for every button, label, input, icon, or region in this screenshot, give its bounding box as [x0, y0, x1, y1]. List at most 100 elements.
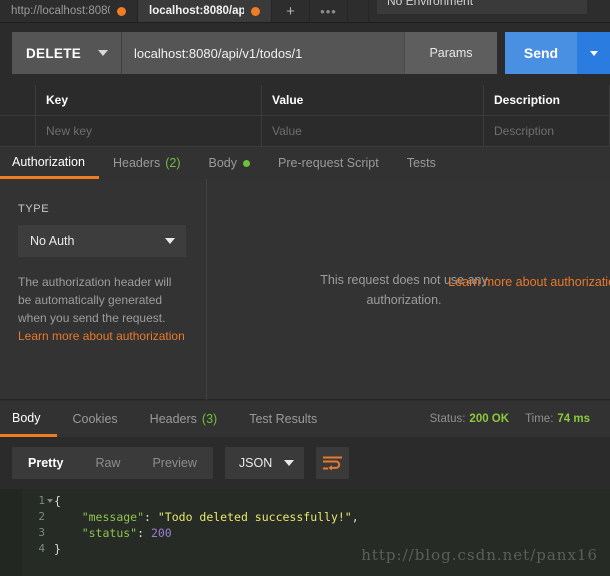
code-token-punct [54, 526, 82, 540]
column-header-description: Description [484, 85, 610, 115]
http-method-selector[interactable]: DELETE [12, 32, 122, 74]
code-token-punct [54, 510, 82, 524]
code-token-punct: } [54, 542, 61, 556]
response-tab-cookies-label: Cookies [72, 412, 118, 426]
chevron-down-icon [589, 50, 598, 56]
code-left-margin [0, 489, 22, 576]
auth-type-value: No Auth [30, 234, 75, 248]
code-line-number: 4 [38, 542, 45, 555]
column-header-value: Value [262, 85, 484, 115]
headers-count-badge: (2) [165, 156, 181, 170]
tab-bar-filler [348, 0, 369, 22]
format-preview-button[interactable]: Preview [136, 447, 212, 479]
code-line-number: 2 [38, 510, 45, 523]
response-tab-body-label: Body [12, 410, 41, 425]
tab-body[interactable]: Body [195, 147, 265, 179]
code-token-key: "message" [81, 510, 145, 524]
code-token-punct: : [144, 510, 158, 524]
tab-bar: http://localhost:8080/ localhost:8080/ap… [0, 0, 610, 23]
word-wrap-toggle[interactable] [316, 447, 350, 479]
tab-headers-label: Headers [112, 156, 161, 170]
tab-options-button[interactable]: ••• [310, 0, 348, 22]
response-body-viewer: 12 3 4 { "message": "Todo deleted successf… [0, 489, 610, 576]
request-url-input[interactable]: localhost:8080/api/v1/todos/1 [122, 32, 404, 74]
http-method-label: DELETE [26, 45, 82, 61]
code-line: "status": 200 [54, 525, 610, 541]
auth-type-label: TYPE [18, 203, 50, 215]
status-label: Status: [429, 413, 466, 425]
response-headers-count-badge: (3) [201, 412, 218, 426]
response-tab-headers-label: Headers [149, 412, 197, 426]
body-present-dot-icon [243, 159, 250, 167]
response-meta: Status: 200 OK Time: 74 ms [430, 401, 610, 437]
format-raw-button[interactable]: Raw [79, 447, 136, 479]
auth-type-select[interactable]: No Auth [18, 225, 186, 257]
tab-tests-label: Tests [406, 156, 436, 170]
auth-learn-more-link-right[interactable]: Learn more about authorization [412, 272, 610, 292]
response-format-group: Pretty Raw Preview [12, 447, 213, 479]
response-tab-cookies[interactable]: Cookies [57, 401, 134, 437]
response-body-toolbar: Pretty Raw Preview JSON [0, 437, 610, 489]
format-pretty-button[interactable]: Pretty [12, 447, 79, 479]
unsaved-dot-icon [117, 6, 126, 16]
response-tab-test-results[interactable]: Test Results [233, 401, 333, 437]
params-table: Key Value Description New key Value Desc… [0, 85, 610, 147]
environment-area: No Environment [369, 0, 610, 22]
request-tab-2[interactable]: localhost:8080/api/v1. [138, 0, 272, 22]
code-line: { [54, 493, 610, 509]
response-tab-headers[interactable]: Headers (3) [134, 401, 234, 437]
environment-selector[interactable]: No Environment [377, 0, 587, 14]
response-language-select[interactable]: JSON [224, 447, 305, 479]
params-button[interactable]: Params [404, 32, 497, 74]
auth-help-text: The authorization header will be automat… [18, 275, 172, 325]
response-tab-test-results-label: Test Results [249, 412, 318, 426]
request-tab-2-label: localhost:8080/api/v1. [149, 5, 244, 17]
tab-tests[interactable]: Tests [393, 147, 450, 179]
authorization-panel: TYPE No Auth The authorization header wi… [0, 179, 610, 400]
new-description-input[interactable]: Description [484, 116, 610, 146]
new-tab-button[interactable]: + [272, 0, 310, 22]
code-token-punct: { [54, 494, 61, 508]
tab-authorization[interactable]: Authorization [0, 147, 99, 179]
request-section-tabs: Authorization Headers (2) Body Pre-reque… [0, 147, 610, 179]
select-all-checkbox-cell[interactable] [0, 85, 36, 115]
code-token-str: "Todo deleted successfully!" [157, 510, 352, 524]
request-tab-1-label: http://localhost:8080/ [11, 5, 110, 17]
request-url-bar: DELETE localhost:8080/api/v1/todos/1 Par… [0, 23, 610, 85]
new-key-input[interactable]: New key [36, 116, 262, 146]
tab-pre-request-script-label: Pre-request Script [278, 156, 379, 170]
code-token-punct: , [351, 510, 359, 524]
code-line: "message": "Todo deleted successfully!", [54, 509, 610, 525]
toolbar-gap [497, 32, 505, 74]
code-line-number: 1 [22, 493, 54, 509]
status-value: 200 OK [469, 413, 510, 425]
tab-body-label: Body [208, 156, 238, 170]
column-header-key: Key [36, 85, 262, 115]
request-tab-1[interactable]: http://localhost:8080/ [0, 0, 138, 22]
unsaved-dot-icon [251, 6, 260, 16]
auth-learn-more-link[interactable]: Learn more about authorization [18, 327, 186, 345]
row-checkbox-cell[interactable] [0, 116, 36, 146]
response-tab-body[interactable]: Body [0, 401, 57, 437]
authorization-type-column: TYPE No Auth The authorization header wi… [0, 179, 207, 400]
new-value-input[interactable]: Value [262, 116, 484, 146]
params-table-header-row: Key Value Description [0, 85, 610, 116]
chevron-down-icon [284, 460, 295, 466]
watermark-text: http://blog.csdn.net/panx16 [361, 546, 598, 564]
word-wrap-icon [323, 456, 343, 470]
send-button[interactable]: Send [505, 32, 577, 74]
tab-pre-request-script[interactable]: Pre-request Script [264, 147, 393, 179]
code-token-num: 200 [150, 526, 172, 540]
tab-headers[interactable]: Headers (2) [99, 147, 195, 179]
code-token-punct: : [137, 526, 151, 540]
tab-authorization-label: Authorization [12, 154, 85, 169]
code-token-key: "status" [81, 526, 138, 540]
time-value: 74 ms [557, 413, 590, 425]
response-language-value: JSON [238, 456, 273, 470]
code-line-number: 3 [38, 526, 45, 539]
send-options-button[interactable] [577, 32, 610, 74]
params-table-new-row: New key Value Description [0, 116, 610, 147]
code-line-numbers: 12 3 4 [22, 489, 54, 576]
response-section-tabs: Body Cookies Headers (3) Test Results St… [0, 401, 610, 437]
chevron-down-icon [98, 50, 108, 56]
